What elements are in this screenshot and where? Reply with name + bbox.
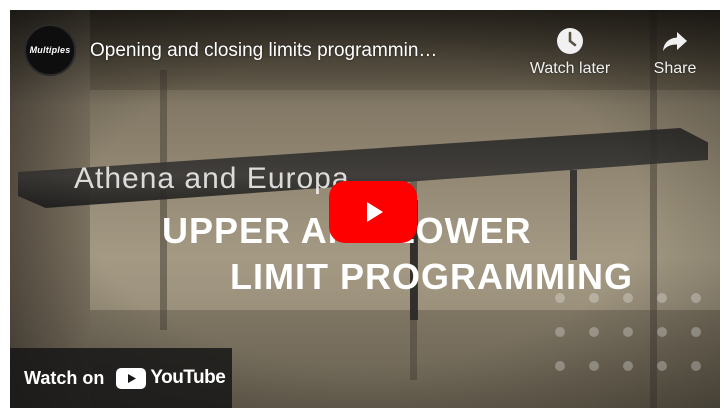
share-button[interactable]: Share [625, 26, 720, 78]
share-label: Share [653, 60, 697, 77]
youtube-logo: YouTube [116, 367, 226, 389]
video-subtitle: Athena and Europa [74, 162, 350, 195]
play-button[interactable] [329, 181, 417, 243]
video-title[interactable]: Opening and closing limits programmin… [90, 40, 437, 62]
watch-on-label: Watch on [24, 367, 105, 388]
watch-on-youtube-button[interactable]: Watch on YouTube [10, 348, 232, 408]
watch-later-button[interactable]: Watch later [520, 26, 620, 78]
channel-avatar[interactable]: Multiples [24, 24, 76, 76]
video-player[interactable]: Athena and Europa UPPER AND LOWER LIMIT … [10, 10, 720, 408]
youtube-logo-icon [116, 367, 147, 389]
play-icon [367, 202, 383, 222]
video-headline-line2: LIMIT PROGRAMMING [230, 256, 633, 297]
channel-avatar-text: Multiples [29, 45, 71, 55]
watch-later-label: Watch later [529, 60, 611, 77]
share-arrow-icon [663, 32, 687, 51]
youtube-wordmark: YouTube [150, 367, 226, 388]
clock-icon [557, 28, 583, 54]
